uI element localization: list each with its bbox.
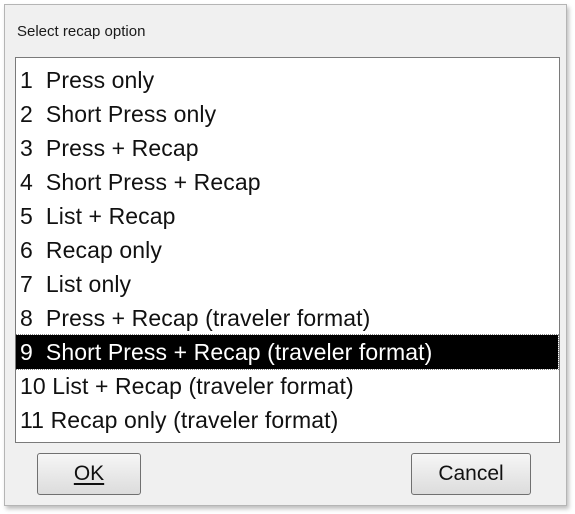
list-item-selected[interactable]: 9 Short Press + Recap (traveler format)	[16, 334, 559, 370]
cancel-button[interactable]: Cancel	[411, 453, 531, 495]
list-item[interactable]: 3 Press + Recap	[16, 131, 559, 165]
recap-options-listbox[interactable]: 1 Press only 2 Short Press only 3 Press …	[15, 57, 560, 443]
ok-button[interactable]: OK	[37, 453, 141, 495]
list-item[interactable]: 8 Press + Recap (traveler format)	[16, 301, 559, 335]
list-item[interactable]: 11 Recap only (traveler format)	[16, 403, 559, 437]
dialog-title: Select recap option	[17, 23, 146, 40]
ok-button-label: OK	[73, 462, 105, 485]
list-item[interactable]: 2 Short Press only	[16, 97, 559, 131]
list-item[interactable]: 5 List + Recap	[16, 199, 559, 233]
list-item[interactable]: 7 List only	[16, 267, 559, 301]
list-item[interactable]: 10 List + Recap (traveler format)	[16, 369, 559, 403]
recap-option-dialog: Select recap option 1 Press only 2 Short…	[4, 4, 567, 506]
cancel-button-label: Cancel	[438, 462, 504, 485]
list-item[interactable]: 6 Recap only	[16, 233, 559, 267]
list-item[interactable]: 4 Short Press + Recap	[16, 165, 559, 199]
list-item[interactable]: 1 Press only	[16, 63, 559, 97]
